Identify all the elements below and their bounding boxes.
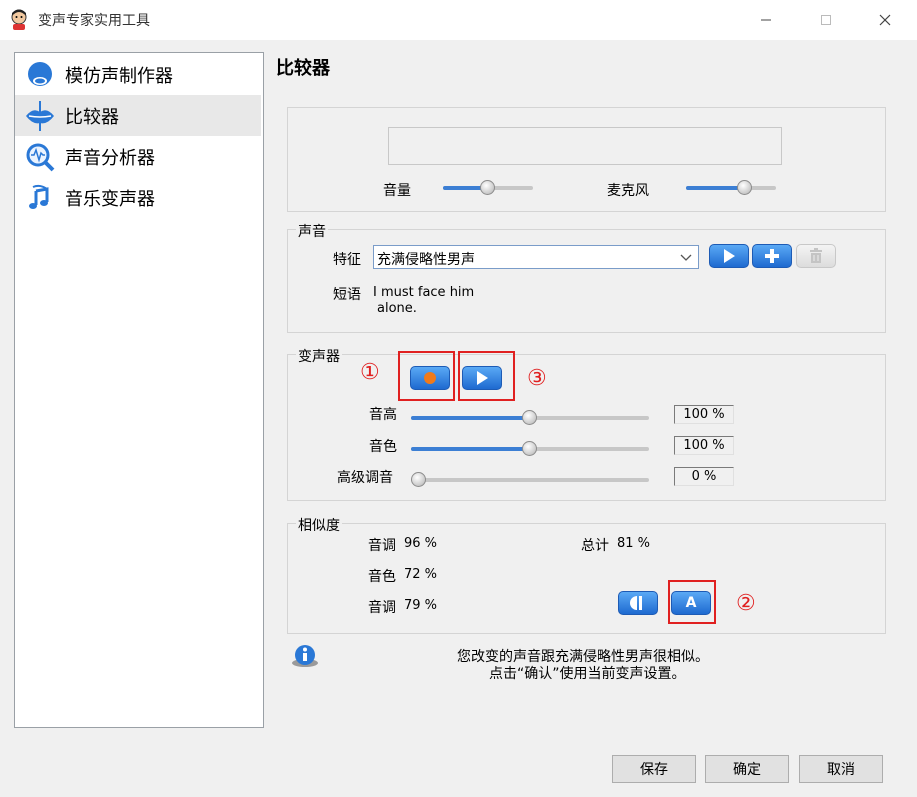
play-voice-button[interactable] [709, 244, 749, 268]
plus-icon [765, 249, 779, 263]
sidebar-item-analyzer[interactable]: 声音分析器 [15, 136, 261, 177]
feature-label: 特征 [333, 252, 361, 268]
sidebar: 模仿声制作器 比较器 声音分析器 音乐变声器 [14, 52, 264, 728]
feature-select[interactable]: 充满侵略性男声 [373, 245, 699, 269]
timbre-value: 100 % [674, 436, 734, 455]
similarity-timbre-value: 72 % [404, 567, 438, 582]
save-button[interactable]: 保存 [612, 755, 696, 783]
add-voice-button[interactable] [752, 244, 792, 268]
level-display [388, 127, 782, 165]
sidebar-item-comparer[interactable]: 比较器 [15, 95, 261, 136]
advanced-label: 高级调音 [337, 470, 393, 486]
annotation-marker-1: ① [360, 360, 380, 385]
annotation-marker-2: ② [736, 591, 756, 616]
close-icon [879, 14, 891, 26]
compare-icon [630, 596, 642, 610]
face-icon [23, 60, 57, 90]
maximize-icon [821, 15, 831, 25]
ok-button[interactable]: 确定 [705, 755, 789, 783]
magnifier-wave-icon [23, 142, 57, 172]
similarity-total-value: 81 % [617, 536, 651, 551]
minimize-icon [761, 19, 771, 21]
volume-slider[interactable] [443, 178, 533, 198]
similarity-pitch-value: 96 % [404, 536, 438, 551]
phrase-text-line2: alone. [377, 301, 417, 316]
sidebar-item-label: 声音分析器 [65, 147, 155, 169]
voice-group-title: 声音 [296, 221, 328, 241]
app-icon [8, 8, 30, 30]
sidebar-item-label: 比较器 [65, 106, 119, 128]
changer-group-title: 变声器 [296, 346, 342, 366]
pitch-label: 音高 [369, 407, 397, 423]
maximize-button[interactable] [803, 0, 849, 40]
record-icon [424, 372, 436, 384]
timbre-slider[interactable] [411, 439, 649, 459]
phrase-text-line1: I must face him [373, 285, 475, 300]
similarity-tone-value: 79 % [404, 598, 438, 613]
similarity-tone-label: 音调 [368, 600, 396, 616]
record-button[interactable] [410, 366, 450, 390]
lips-icon [23, 100, 57, 131]
a-button-label: A [685, 595, 697, 611]
sidebar-item-label: 音乐变声器 [65, 188, 155, 210]
page-title: 比较器 [276, 58, 330, 79]
advanced-slider[interactable] [411, 470, 649, 490]
annotation-marker-3: ③ [527, 366, 547, 391]
chevron-down-icon [680, 254, 692, 261]
sidebar-item-music[interactable]: 音乐变声器 [15, 177, 261, 218]
similarity-pitch-label: 音调 [368, 538, 396, 554]
play-changed-button[interactable] [462, 366, 502, 390]
compare-button[interactable] [618, 591, 658, 615]
similarity-total-label: 总计 [581, 538, 609, 554]
music-note-icon [23, 183, 57, 213]
volume-label: 音量 [383, 183, 411, 199]
sidebar-item-imitation[interactable]: 模仿声制作器 [15, 54, 261, 95]
play-icon [724, 249, 735, 263]
mic-label: 麦克风 [607, 183, 649, 199]
minimize-button[interactable] [743, 0, 789, 40]
info-icon [290, 643, 320, 673]
trash-icon [810, 248, 822, 263]
cancel-button[interactable]: 取消 [799, 755, 883, 783]
sidebar-item-label: 模仿声制作器 [65, 65, 173, 87]
mic-slider[interactable] [686, 178, 776, 198]
info-line-2: 点击“确认”使用当前变声设置。 [489, 666, 686, 682]
timbre-label: 音色 [369, 439, 397, 455]
feature-select-value: 充满侵略性男声 [377, 252, 475, 268]
similarity-group-title: 相似度 [296, 515, 342, 535]
close-button[interactable] [862, 0, 908, 40]
pitch-slider[interactable] [411, 408, 649, 428]
play-icon [477, 371, 488, 385]
similarity-timbre-label: 音色 [368, 569, 396, 585]
advanced-value: 0 % [674, 467, 734, 486]
pitch-value: 100 % [674, 405, 734, 424]
window-title: 变声专家实用工具 [38, 13, 150, 29]
phrase-label: 短语 [333, 287, 361, 303]
a-button[interactable]: A [671, 591, 711, 615]
delete-voice-button[interactable] [796, 244, 836, 268]
